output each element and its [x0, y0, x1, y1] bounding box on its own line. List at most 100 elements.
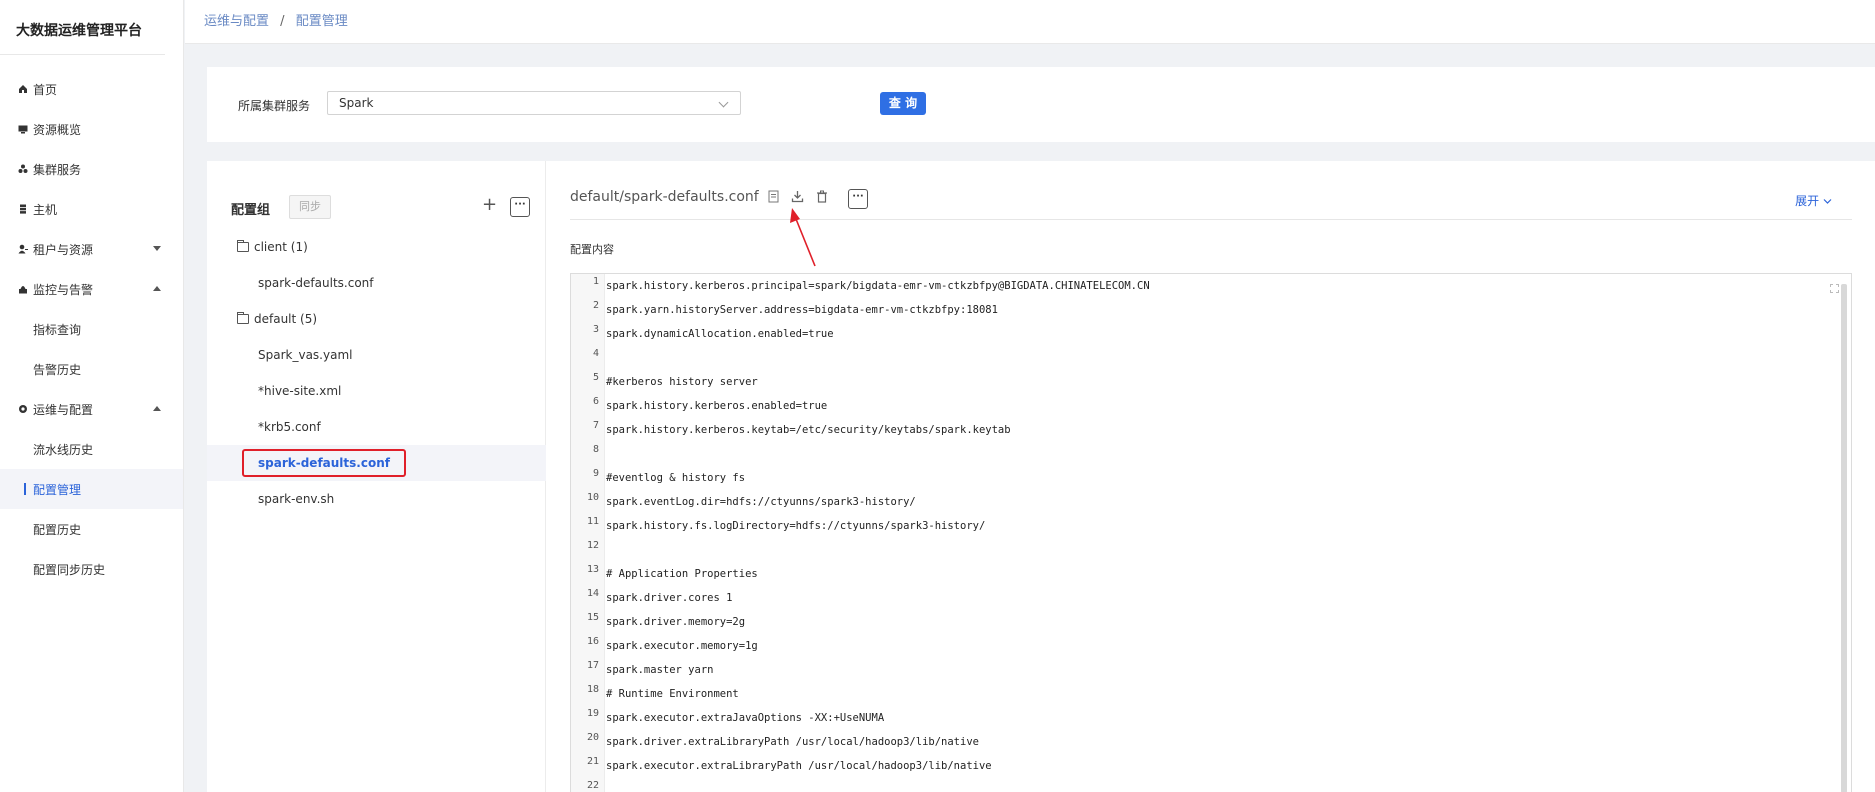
code-line[interactable]: 5 #kerberos history server [571, 370, 1831, 394]
code-line[interactable]: 16 spark.executor.memory=1g [571, 634, 1831, 658]
code-line[interactable]: 13 # Application Properties [571, 562, 1831, 586]
code-line[interactable]: 1 spark.history.kerberos.principal=spark/… [571, 274, 1831, 298]
query-button[interactable]: 查 询 [880, 92, 926, 115]
code-line[interactable]: 20 spark.driver.extraLibraryPath /usr/loc… [571, 730, 1831, 754]
code-line[interactable]: 14 spark.driver.cores 1 [571, 586, 1831, 610]
sidebar-item-pipeline-history[interactable]: 流水线历史 [0, 429, 183, 469]
code-text: spark.yarn.historyServer.address=bigdata… [606, 304, 998, 316]
config-group-more-button[interactable]: ··· [510, 197, 530, 217]
expand-toggle[interactable]: 展开 [1795, 192, 1832, 209]
line-number: 17 [586, 660, 599, 671]
sidebar-item-label: 资源概览 [33, 122, 82, 137]
tree-file-label-selected: spark-defaults.conf [242, 449, 406, 477]
line-number: 2 [592, 300, 599, 311]
tree-file-hive-site[interactable]: *hive-site.xml [207, 373, 546, 409]
config-code-editor[interactable]: 1 spark.history.kerberos.principal=spark/… [570, 273, 1852, 792]
line-number: 14 [586, 588, 599, 599]
code-line[interactable]: 15 spark.driver.memory=2g [571, 610, 1831, 634]
sidebar-item-label: 流水线历史 [33, 442, 94, 457]
sync-button[interactable]: 同步 [289, 195, 331, 219]
alarm-icon [18, 284, 28, 294]
breadcrumb: 运维与配置 / 配置管理 [185, 0, 1875, 44]
editor-scrollbar[interactable] [1841, 284, 1847, 792]
tree-file-krb5[interactable]: *krb5.conf [207, 409, 546, 445]
sidebar-item-config-sync-history[interactable]: 配置同步历史 [0, 549, 183, 589]
tree-file-label: spark-env.sh [258, 492, 335, 506]
code-line[interactable]: 11 spark.history.fs.logDirectory=hdfs://c… [571, 514, 1831, 538]
sidebar-item-cluster-service[interactable]: 集群服务 [0, 149, 183, 189]
sidebar-item-home[interactable]: 首页 [0, 69, 183, 109]
code-line[interactable]: 17 spark.master yarn [571, 658, 1831, 682]
tree-folder-default[interactable]: default (5) [207, 301, 546, 337]
code-line[interactable]: 8 [571, 442, 1831, 466]
code-text: spark.master yarn [606, 664, 714, 676]
tree-file-client-spark-defaults[interactable]: spark-defaults.conf [207, 265, 546, 301]
tree-file-spark-vas[interactable]: Spark_vas.yaml [207, 337, 546, 373]
code-text: spark.executor.extraJavaOptions -XX:+Use… [606, 712, 885, 724]
code-line[interactable]: 21 spark.executor.extraLibraryPath /usr/l… [571, 754, 1831, 778]
chevron-up-icon [153, 286, 161, 291]
line-number: 12 [586, 540, 599, 551]
code-text: spark.history.fs.logDirectory=hdfs://cty… [606, 520, 986, 532]
breadcrumb-separator: / [280, 14, 285, 29]
tree-folder-client[interactable]: client (1) [207, 229, 546, 265]
sidebar-item-tenant[interactable]: 租户与资源 [0, 229, 183, 269]
annotation-arrow [790, 208, 816, 267]
tree-file-spark-env[interactable]: spark-env.sh [207, 481, 546, 517]
sidebar-item-config-management[interactable]: 配置管理 [0, 469, 183, 509]
sidebar-item-label: 集群服务 [33, 162, 82, 177]
fullscreen-icon[interactable] [1830, 284, 1839, 293]
sidebar-item-label: 指标查询 [33, 322, 82, 337]
sidebar-item-ops-config[interactable]: 运维与配置 [0, 389, 183, 429]
code-line[interactable]: 18 # Runtime Environment [571, 682, 1831, 706]
sidebar-item-resource-overview[interactable]: 资源概览 [0, 109, 183, 149]
server-icon [18, 204, 28, 214]
add-group-button[interactable]: + [482, 196, 497, 214]
line-number: 18 [586, 684, 599, 695]
sidebar-item-label: 运维与配置 [33, 402, 94, 417]
sidebar-item-alarm-history[interactable]: 告警历史 [0, 349, 183, 389]
sidebar-item-config-history[interactable]: 配置历史 [0, 509, 183, 549]
code-text: #kerberos history server [606, 376, 758, 388]
code-text: spark.history.kerberos.keytab=/etc/secur… [606, 424, 1011, 436]
line-number: 11 [586, 516, 599, 527]
app-title: 大数据运维管理平台 [0, 0, 165, 55]
cluster-service-select[interactable]: Spark [327, 91, 741, 115]
breadcrumb-parent-link[interactable]: 运维与配置 [204, 14, 269, 29]
sidebar-item-metric-query[interactable]: 指标查询 [0, 309, 183, 349]
code-line[interactable]: 9 #eventlog & history fs [571, 466, 1831, 490]
code-line[interactable]: 12 [571, 538, 1831, 562]
chevron-down-icon [153, 246, 161, 251]
code-text: spark.history.kerberos.enabled=true [606, 400, 828, 412]
code-line[interactable]: 3 spark.dynamicAllocation.enabled=true [571, 322, 1831, 346]
code-line[interactable]: 10 spark.eventLog.dir=hdfs://ctyunns/spar… [571, 490, 1831, 514]
tree-file-default-spark-defaults[interactable]: spark-defaults.conf [207, 445, 546, 481]
sidebar-item-label: 租户与资源 [33, 242, 94, 257]
code-line[interactable]: 22 [571, 778, 1831, 792]
code-text: # Runtime Environment [606, 688, 739, 700]
editor-more-button[interactable]: ··· [848, 189, 868, 209]
line-number: 4 [592, 348, 599, 359]
tree-folder-label: default (5) [254, 312, 318, 326]
code-text: #eventlog & history fs [606, 472, 746, 484]
sidebar-item-monitor-alarm[interactable]: 监控与告警 [0, 269, 183, 309]
code-line[interactable]: 7 spark.history.kerberos.keytab=/etc/secu… [571, 418, 1831, 442]
code-line[interactable]: 4 [571, 346, 1831, 370]
sidebar-item-label: 配置历史 [33, 522, 82, 537]
line-number: 19 [586, 708, 599, 719]
tree-file-label: spark-defaults.conf [258, 276, 374, 290]
line-number: 6 [592, 396, 599, 407]
code-text: spark.eventLog.dir=hdfs://ctyunns/spark3… [606, 496, 916, 508]
sidebar-item-host[interactable]: 主机 [0, 189, 183, 229]
code-text: spark.driver.memory=2g [606, 616, 746, 628]
sidebar-item-label: 主机 [33, 202, 58, 217]
tenant-icon [18, 244, 28, 254]
line-number: 9 [592, 468, 599, 479]
code-line[interactable]: 19 spark.executor.extraJavaOptions -XX:+U… [571, 706, 1831, 730]
code-line[interactable]: 6 spark.history.kerberos.enabled=true [571, 394, 1831, 418]
line-number: 20 [586, 732, 599, 743]
tree-folder-label: client (1) [254, 240, 308, 254]
config-editor-panel: default/spark-defaults.conf ··· 展开 配置内容 … [570, 161, 1852, 792]
line-number: 22 [586, 780, 599, 791]
code-line[interactable]: 2 spark.yarn.historyServer.address=bigdat… [571, 298, 1831, 322]
